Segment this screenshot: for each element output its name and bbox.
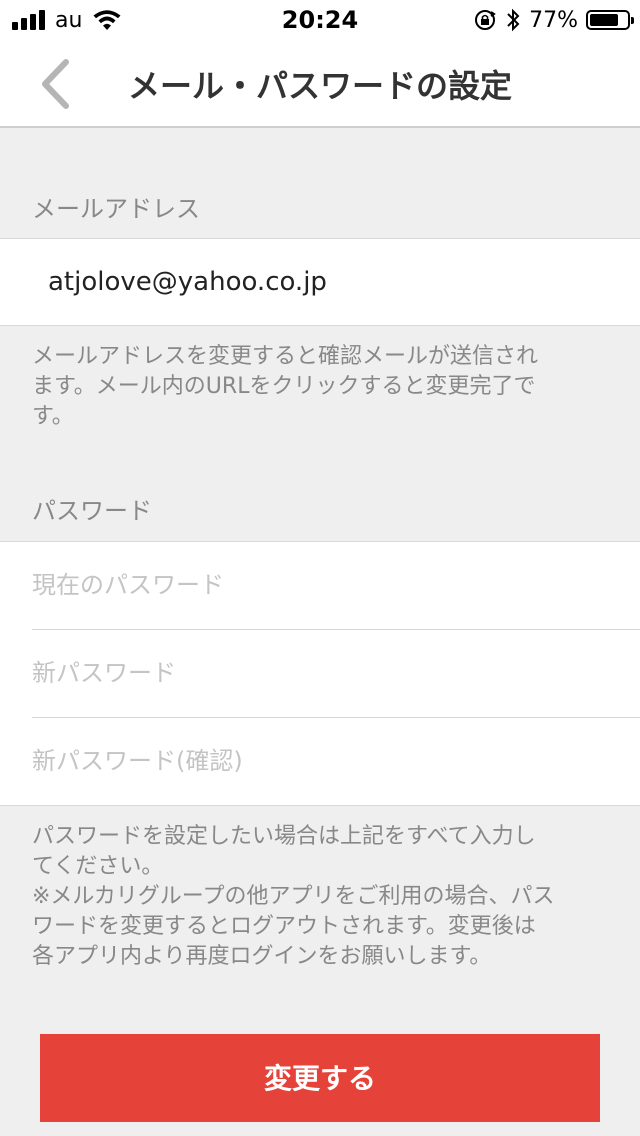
email-note: メールアドレスを変更すると確認メールが送信され ます。メール内のURLをクリック…: [32, 342, 612, 432]
page-title: メール・パスワードの設定: [127, 67, 512, 105]
email-note-line: す。: [32, 404, 74, 429]
status-bar: au 20:24 77%: [0, 0, 640, 40]
password-note-line: てください。: [32, 854, 164, 879]
password-note-line: パスワードを設定したい場合は上記をすべて入力し: [32, 824, 536, 849]
email-note-line: メールアドレスを変更すると確認メールが送信され: [32, 344, 539, 369]
email-note-line: ます。メール内のURLをクリックすると変更完了で: [32, 374, 536, 399]
password-note-line: ※メルカリグループの他アプリをご利用の場合、パス: [32, 884, 555, 909]
battery-icon: [586, 10, 634, 30]
status-right: 77%: [473, 6, 634, 34]
confirm-password-input[interactable]: [32, 718, 640, 804]
battery-fill: [590, 14, 618, 26]
password-note-line: 各アプリ内より再度ログインをお願いします。: [32, 944, 492, 969]
password-note: パスワードを設定したい場合は上記をすべて入力し てください。 ※メルカリグループ…: [32, 822, 612, 972]
bluetooth-icon: [507, 8, 520, 32]
orientation-lock-icon: [475, 10, 496, 30]
current-password-input[interactable]: [32, 542, 640, 628]
battery-percent: 77%: [529, 7, 578, 33]
email-section-label: メールアドレス: [32, 195, 200, 223]
email-value[interactable]: atjolove@yahoo.co.jp: [48, 265, 327, 299]
email-row[interactable]: atjolove@yahoo.co.jp: [0, 238, 640, 326]
new-password-input[interactable]: [32, 630, 640, 716]
password-section-label: パスワード: [32, 497, 152, 525]
password-fields: [0, 541, 640, 806]
password-note-line: ワードを変更するとログアウトされます。変更後は: [32, 914, 536, 939]
nav-bar: メール・パスワードの設定: [0, 40, 640, 128]
submit-button[interactable]: 変更する: [40, 1034, 600, 1122]
